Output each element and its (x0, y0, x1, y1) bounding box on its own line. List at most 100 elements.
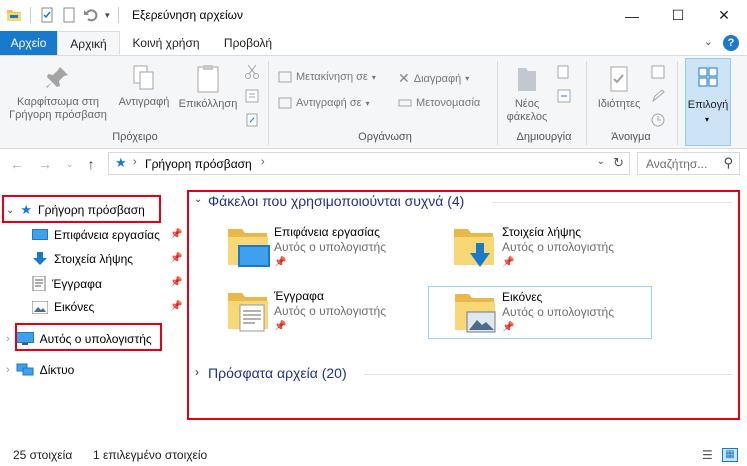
move-to-button[interactable]: Μετακίνηση σε ▾ (278, 70, 376, 84)
group-divider (492, 202, 732, 203)
desktop-folder-icon (228, 229, 270, 267)
frequent-folders-title[interactable]: Φάκελοι που χρησιμοποιούνται συχνά (4) (208, 193, 464, 209)
group-open-label: Άνοιγμα (611, 131, 651, 143)
tab-home[interactable]: Αρχική (57, 31, 120, 56)
cut-icon[interactable] (244, 64, 260, 80)
folder-location: Αυτός ο υπολογιστής (274, 240, 386, 254)
pin-quick-access-label: Καρφίτσωμα στη Γρήγορη πρόσβαση (9, 96, 107, 121)
paste-icon (197, 65, 219, 93)
pin-icon[interactable]: 📌 (170, 277, 182, 288)
close-button[interactable]: ✕ (701, 0, 747, 31)
nav-network[interactable]: › Δίκτυο (6, 363, 74, 377)
pin-icon[interactable]: 📌 (170, 253, 182, 264)
pin-icon[interactable]: 📌 (170, 301, 182, 312)
paste-shortcut-icon[interactable] (244, 112, 260, 128)
title-bar: ▾ Εξερεύνηση αρχείων — ☐ ✕ (0, 0, 747, 31)
details-view-icon[interactable]: ☰ (702, 448, 713, 462)
selected-count: 1 επιλεγμένο στοιχείο (93, 448, 208, 462)
address-dropdown-icon[interactable]: ⌄ (597, 156, 605, 167)
group-collapse-icon[interactable]: ⌄ (194, 194, 202, 205)
pin-quick-access-button[interactable]: Καρφίτσωμα στη Γρήγορη πρόσβαση (6, 64, 110, 122)
select-button[interactable]: Επιλογή ▾ (685, 58, 731, 146)
open-icon[interactable] (650, 64, 666, 80)
copy-to-icon (278, 97, 292, 109)
nav-network-label: Δίκτυο (39, 363, 75, 377)
properties-label: Ιδιότητες (597, 98, 641, 110)
recent-locations-icon[interactable]: ⌄ (66, 159, 74, 170)
new-folder-label: Νέος φάκελος (506, 98, 548, 123)
qat-dropdown-icon[interactable]: ▾ (105, 10, 110, 21)
paste-button[interactable]: Επικόλληση (176, 64, 240, 111)
move-to-label: Μετακίνηση σε (296, 71, 368, 83)
rename-icon (398, 99, 412, 107)
pin-icon[interactable]: 📌 (170, 229, 182, 240)
undo-icon[interactable] (83, 7, 99, 23)
folder-location: Αυτός ο υπολογιστής (502, 305, 614, 319)
item-count: 25 στοιχεία (13, 448, 73, 462)
group-expand-icon[interactable]: › (195, 365, 199, 379)
forward-icon[interactable]: → (38, 156, 52, 172)
folder-tile-desktop[interactable]: Επιφάνεια εργασίας Αυτός ο υπολογιστής 📌 (226, 222, 416, 272)
refresh-icon[interactable]: ↻ (613, 155, 624, 171)
search-icon: ⚲ (723, 155, 733, 170)
tab-file[interactable]: Αρχείο (0, 31, 57, 55)
properties-icon (610, 66, 628, 92)
folder-tile-downloads[interactable]: Στοιχεία λήψης Αυτός ο υπολογιστής 📌 (452, 222, 642, 272)
new-folder-qat-icon[interactable] (61, 7, 77, 23)
delete-button[interactable]: ✕ Διαγραφή ▾ (398, 70, 469, 87)
rename-label: Μετονομασία (416, 97, 481, 109)
new-folder-button[interactable]: Νέος φάκελος (503, 64, 551, 124)
move-to-icon (278, 71, 292, 83)
ribbon-tabs: Αρχείο Αρχική Κοινή χρήση Προβολή ⌄ ? (0, 31, 747, 56)
group-clipboard-label: Πρόχειρο (112, 131, 158, 143)
copy-path-icon[interactable] (244, 88, 260, 104)
select-icon (698, 67, 718, 87)
nav-documents-label: Έγγραφα (52, 276, 102, 291)
expand-ribbon-icon[interactable]: ⌄ (704, 35, 713, 51)
nav-desktop-label: Επιφάνεια εργασίας (54, 228, 160, 242)
nav-pictures[interactable]: Εικόνες (32, 300, 94, 314)
nav-downloads[interactable]: Στοιχεία λήψης (32, 252, 133, 266)
copy-button[interactable]: Αντιγραφή (114, 64, 174, 109)
nav-documents[interactable]: Έγγραφα (32, 276, 102, 291)
address-bar[interactable]: ★ › Γρήγορη πρόσβαση › ⌄ ↻ (108, 152, 630, 175)
group-new-label: Δημιουργία (516, 131, 572, 143)
status-bar: 25 στοιχεία 1 επιλεγμένο στοιχείο ☰ ▦ (0, 444, 747, 466)
properties-button[interactable]: Ιδιότητες (592, 64, 646, 111)
copy-to-button[interactable]: Αντιγραφή σε ▾ (278, 96, 370, 110)
new-item-icon[interactable] (556, 64, 572, 80)
large-icons-view-icon[interactable]: ▦ (722, 448, 738, 462)
edit-icon[interactable] (650, 88, 666, 104)
rename-button[interactable]: Μετονομασία (398, 96, 480, 110)
help-icon[interactable]: ? (723, 35, 739, 51)
tab-share[interactable]: Κοινή χρήση (122, 31, 210, 55)
download-arrow-icon (33, 252, 47, 265)
breadcrumb-path[interactable]: Γρήγορη πρόσβαση (145, 157, 252, 171)
highlight-box-this-pc (15, 323, 162, 351)
back-icon[interactable]: ← (10, 156, 24, 172)
highlight-box-quick-access (2, 195, 161, 223)
nav-pictures-label: Εικόνες (54, 300, 95, 314)
maximize-button[interactable]: ☐ (655, 0, 701, 31)
tab-view[interactable]: Προβολή (213, 31, 283, 55)
folder-tile-pictures[interactable]: Εικόνες Αυτός ο υπολογιστής 📌 (428, 286, 652, 339)
select-dropdown-icon: ▾ (705, 115, 710, 124)
history-icon[interactable] (650, 112, 666, 128)
breadcrumb-separator-icon: › (261, 156, 265, 168)
paste-label: Επικόλληση (178, 98, 238, 110)
recent-files-title[interactable]: Πρόσφατα αρχεία (20) (208, 365, 347, 381)
window-title: Εξερεύνηση αρχείων (132, 8, 243, 22)
pin-icon: 📌 (274, 257, 287, 268)
folder-tile-documents[interactable]: Έγγραφα Αυτός ο υπολογιστής 📌 (226, 286, 416, 336)
properties-check-icon[interactable] (39, 7, 55, 23)
easy-access-icon[interactable] (556, 88, 572, 104)
pin-icon: 📌 (502, 322, 515, 333)
pin-icon: 📌 (502, 257, 515, 268)
nav-desktop[interactable]: Επιφάνεια εργασίας (32, 228, 160, 242)
minimize-button[interactable]: — (609, 0, 655, 31)
pictures-icon (32, 300, 48, 314)
desktop-icon (32, 228, 48, 240)
search-box[interactable]: Αναζήτησ... ⚲ (637, 152, 740, 175)
documents-icon (32, 276, 46, 291)
up-icon[interactable]: ↑ (88, 156, 95, 172)
